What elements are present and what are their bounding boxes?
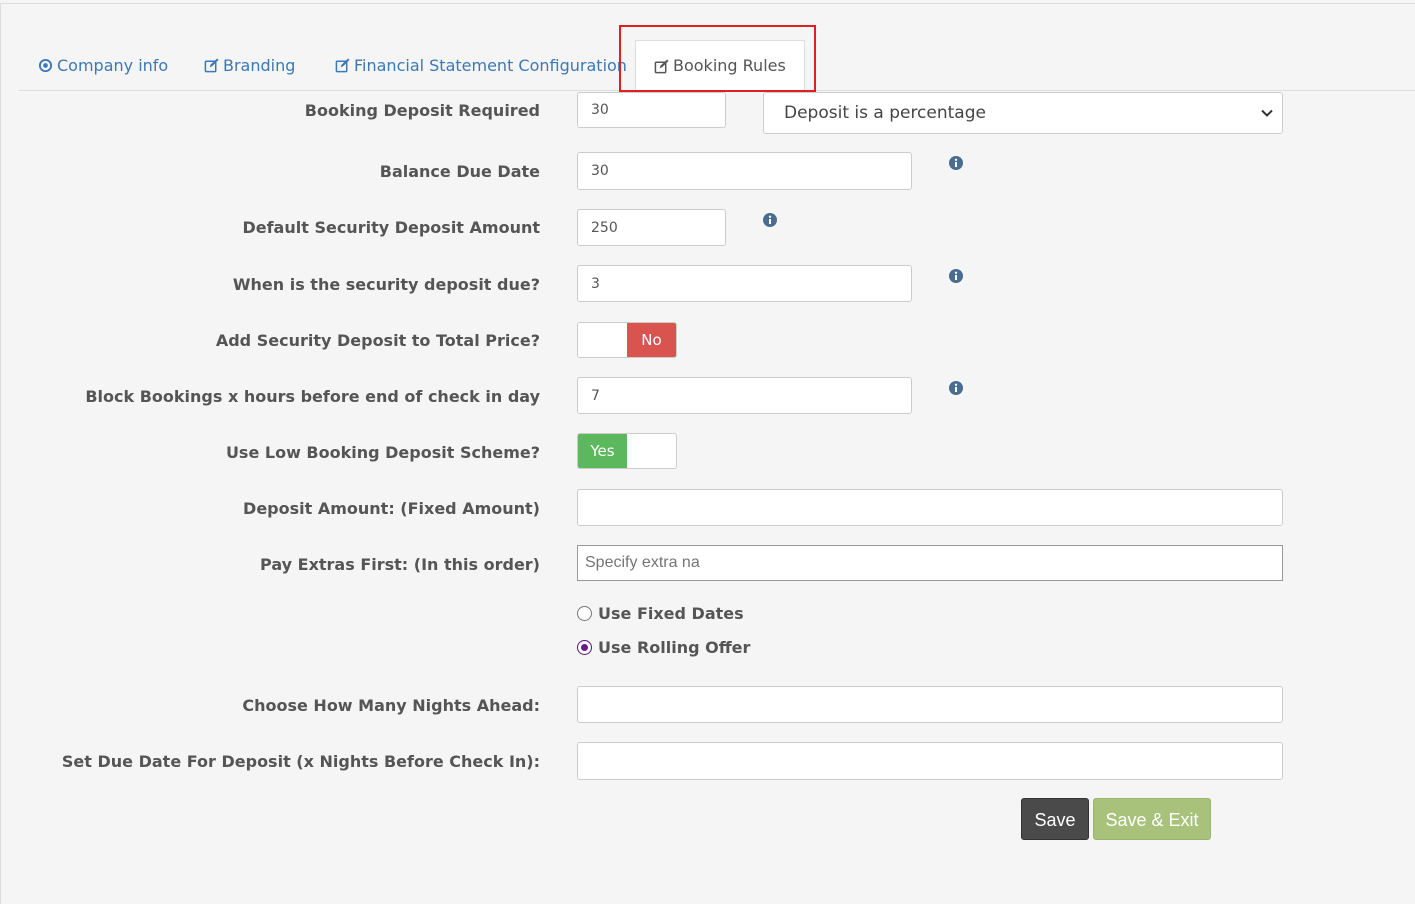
deposit-amount-input[interactable] xyxy=(577,489,1283,526)
security-deposit-due-input[interactable] xyxy=(577,265,912,302)
add-security-deposit-toggle[interactable]: No xyxy=(577,322,677,358)
tab-label: Company info xyxy=(57,55,169,75)
tab-financial-statement[interactable]: Financial Statement Configuration xyxy=(335,40,627,91)
due-date-deposit-label: Set Due Date For Deposit (x Nights Befor… xyxy=(61,752,540,771)
pay-extras-label: Pay Extras First: (In this order) xyxy=(260,555,540,574)
balance-due-input[interactable] xyxy=(577,152,912,190)
save-button[interactable]: Save xyxy=(1021,798,1089,840)
nights-ahead-input[interactable] xyxy=(577,686,1283,723)
block-bookings-input[interactable] xyxy=(577,377,912,414)
booking-deposit-input[interactable] xyxy=(577,92,726,128)
deposit-amount-label: Deposit Amount: (Fixed Amount) xyxy=(243,499,540,518)
edit-icon xyxy=(654,58,669,73)
save-exit-button[interactable]: Save & Exit xyxy=(1093,798,1211,840)
due-date-deposit-input[interactable] xyxy=(577,742,1283,780)
edit-icon xyxy=(335,58,350,73)
radio-button[interactable] xyxy=(577,640,592,655)
security-deposit-amount-input[interactable] xyxy=(577,209,726,246)
block-bookings-label: Block Bookings x hours before end of che… xyxy=(85,387,540,406)
low-deposit-scheme-toggle[interactable]: Yes xyxy=(577,433,677,469)
chevron-down-icon xyxy=(1261,109,1273,117)
info-icon[interactable] xyxy=(763,213,777,227)
radio-label: Use Rolling Offer xyxy=(598,638,751,657)
tab-label: Branding xyxy=(223,55,296,75)
add-security-deposit-label: Add Security Deposit to Total Price? xyxy=(215,331,540,350)
edit-icon xyxy=(204,58,219,73)
security-deposit-amount-label: Default Security Deposit Amount xyxy=(242,218,540,237)
tab-booking-rules[interactable]: Booking Rules xyxy=(635,40,805,92)
balance-due-label: Balance Due Date xyxy=(379,162,540,181)
low-deposit-scheme-label: Use Low Booking Deposit Scheme? xyxy=(225,443,540,462)
radio-fixed-dates[interactable]: Use Fixed Dates xyxy=(577,604,744,623)
tab-company-info[interactable]: Company info xyxy=(38,40,168,91)
radio-button[interactable] xyxy=(577,606,592,621)
booking-deposit-label: Booking Deposit Required xyxy=(304,101,540,120)
deposit-type-select[interactable]: Deposit is a percentage xyxy=(763,92,1283,134)
dot-circle-icon xyxy=(38,58,53,73)
tab-bar: Company info Branding Financial Statemen… xyxy=(19,40,1415,92)
pay-extras-input[interactable] xyxy=(577,545,1283,581)
deposit-type-selected: Deposit is a percentage xyxy=(784,103,986,123)
nights-ahead-label: Choose How Many Nights Ahead: xyxy=(242,696,540,715)
info-icon[interactable] xyxy=(949,156,963,170)
toggle-state: Yes xyxy=(578,434,627,468)
info-icon[interactable] xyxy=(949,269,963,283)
tab-branding[interactable]: Branding xyxy=(204,40,295,91)
tab-label: Financial Statement Configuration xyxy=(354,55,627,75)
radio-label: Use Fixed Dates xyxy=(598,604,744,623)
security-deposit-due-label: When is the security deposit due? xyxy=(232,275,540,294)
radio-rolling-offer[interactable]: Use Rolling Offer xyxy=(577,638,750,657)
toggle-state: No xyxy=(627,323,676,357)
tab-label: Booking Rules xyxy=(673,56,786,75)
info-icon[interactable] xyxy=(949,381,963,395)
